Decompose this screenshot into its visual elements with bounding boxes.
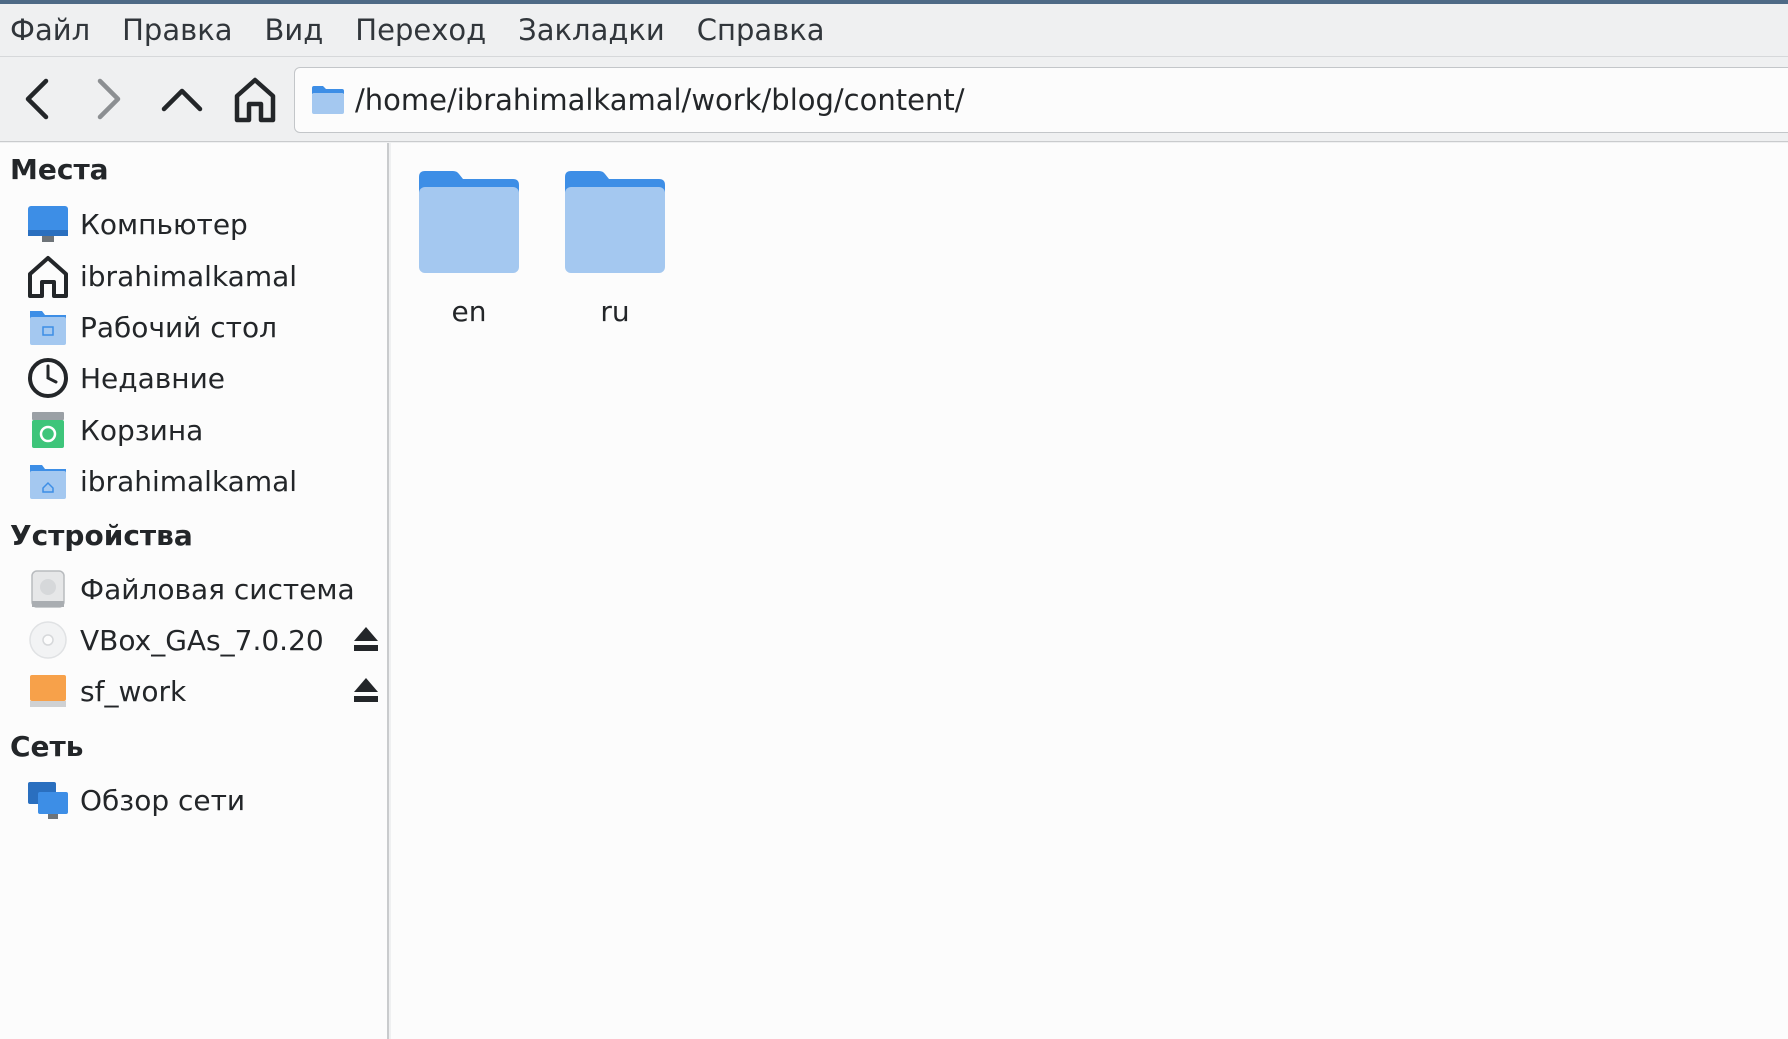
file-view[interactable]: en ru [391, 143, 1788, 1039]
location-bar[interactable]: /home/ibrahimalkamal/work/blog/content/ [294, 67, 1788, 133]
location-path[interactable]: /home/ibrahimalkamal/work/blog/content/ [355, 83, 964, 117]
folder-icon [419, 171, 519, 273]
sidebar-item-label: Рабочий стол [80, 310, 278, 344]
eject-icon[interactable] [352, 623, 380, 655]
network-icon [26, 778, 70, 822]
menu-file[interactable]: Файл [0, 4, 106, 56]
folder-icon [565, 171, 665, 273]
sidebar-item-trash[interactable]: Корзина [26, 407, 386, 453]
sidebar-item-network[interactable]: Обзор сети [26, 777, 386, 823]
home-button[interactable] [225, 69, 285, 129]
folder-name: ru [600, 295, 630, 328]
forward-button[interactable] [78, 69, 138, 129]
sidebar-item-label: ibrahimalkamal [80, 259, 298, 293]
up-button[interactable] [152, 69, 212, 129]
sidebar-item-filesystem[interactable]: Файловая система [26, 566, 386, 612]
sidebar-item-label: VBox_GAs_7.0.20 [80, 623, 324, 657]
menu-edit[interactable]: Правка [112, 4, 248, 56]
folder-name: en [451, 295, 487, 328]
chevron-right-icon [97, 78, 121, 120]
sidebar-item-vbox[interactable]: VBox_GAs_7.0.20 [26, 617, 386, 663]
places-sidebar: Места Компьютер ibrahimalkamal Рабочий с… [0, 143, 389, 1039]
clock-icon [26, 356, 70, 400]
optical-disc-icon [26, 618, 70, 662]
home-icon [26, 254, 70, 298]
menubar: Файл Правка Вид Переход Закладки Справка [0, 4, 1788, 56]
chevron-up-icon [161, 88, 203, 112]
sidebar-item-label: Обзор сети [80, 783, 246, 817]
sidebar-item-sf-work[interactable]: sf_work [26, 668, 386, 714]
sidebar-item-label: ibrahimalkamal [80, 464, 298, 498]
sidebar-item-label: Компьютер [80, 207, 248, 241]
desktop-folder-icon [26, 305, 70, 349]
places-section-title: Места [10, 153, 109, 186]
drive-icon [26, 567, 70, 611]
trash-icon [26, 408, 70, 452]
devices-section-title: Устройства [10, 519, 193, 552]
sidebar-item-label: Недавние [80, 361, 226, 395]
folder-item[interactable]: en [409, 169, 529, 328]
menu-view[interactable]: Вид [255, 4, 340, 56]
menu-bookmarks[interactable]: Закладки [508, 4, 681, 56]
sidebar-item-home[interactable]: ibrahimalkamal [26, 253, 386, 299]
home-folder-icon [26, 459, 70, 503]
chevron-left-icon [25, 78, 49, 120]
sidebar-item-label: sf_work [80, 674, 187, 708]
sidebar-item-label: Корзина [80, 413, 204, 447]
sidebar-item-home-folder[interactable]: ibrahimalkamal [26, 458, 386, 504]
sidebar-item-desktop[interactable]: Рабочий стол [26, 304, 386, 350]
removable-drive-icon [26, 669, 70, 713]
menu-help[interactable]: Справка [687, 4, 841, 56]
eject-icon[interactable] [352, 674, 380, 706]
folder-item[interactable]: ru [555, 169, 675, 328]
computer-icon [26, 202, 70, 246]
folder-icon [312, 86, 344, 114]
back-button[interactable] [8, 69, 68, 129]
network-section-title: Сеть [10, 730, 84, 763]
toolbar: /home/ibrahimalkamal/work/blog/content/ [0, 56, 1788, 142]
menu-go[interactable]: Переход [345, 4, 502, 56]
sidebar-item-computer[interactable]: Компьютер [26, 201, 386, 247]
sidebar-item-label: Файловая система [80, 572, 355, 606]
sidebar-item-recent[interactable]: Недавние [26, 355, 386, 401]
home-icon [234, 77, 276, 123]
